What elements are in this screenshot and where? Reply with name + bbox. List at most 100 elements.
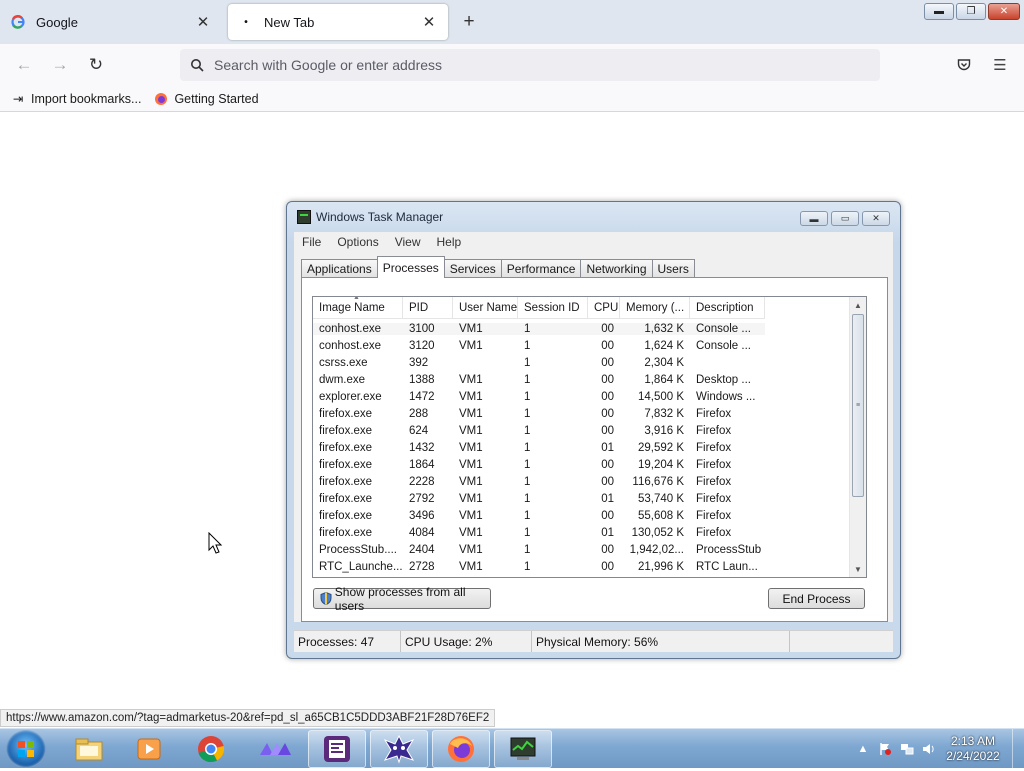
- table-row[interactable]: dwm.exe 1388 VM1 1 00 1,864 K Desktop ...: [313, 371, 765, 388]
- cell-description: Firefox: [696, 475, 732, 488]
- cell-cpu: 00: [601, 407, 614, 420]
- pocket-icon[interactable]: [954, 55, 974, 75]
- table-row[interactable]: explorer.exe 1472 VM1 1 00 14,500 K Windows ..…: [313, 388, 765, 405]
- tab-services[interactable]: Services: [443, 259, 502, 278]
- table-row[interactable]: firefox.exe 3496 VM1 1 00 55,608 K Firefox: [313, 507, 765, 524]
- cell-cpu: 01: [601, 526, 614, 539]
- game-icon[interactable]: [370, 730, 428, 768]
- table-row[interactable]: ProcessStub.... 2404 VM1 1 00 1,942,02... Proc…: [313, 541, 765, 558]
- table-row[interactable]: firefox.exe 1864 VM1 1 00 19,204 K Firefox: [313, 456, 765, 473]
- tab-title: New Tab: [264, 14, 315, 30]
- explorer-icon[interactable]: [60, 730, 118, 768]
- firefox-icon[interactable]: [432, 730, 490, 768]
- cell-image-name: csrss.exe: [319, 356, 368, 369]
- network-icon[interactable]: [896, 742, 918, 756]
- cell-pid: 2792: [409, 492, 435, 505]
- start-button[interactable]: [6, 730, 46, 768]
- vertical-scrollbar[interactable]: ▲ ≡ ▼: [849, 297, 866, 577]
- clock[interactable]: 2:13 AM 2/24/2022: [940, 734, 1006, 764]
- import-icon: ⇥: [12, 92, 24, 106]
- table-row[interactable]: conhost.exe 3120 VM1 1 00 1,624 K Console ...: [313, 337, 765, 354]
- table-row[interactable]: firefox.exe 2228 VM1 1 00 116,676 K Firefox: [313, 473, 765, 490]
- column-pid[interactable]: PID: [403, 297, 453, 318]
- cell-session-id: 1: [524, 407, 531, 420]
- app-purple-icon[interactable]: [246, 730, 304, 768]
- tab-processes[interactable]: Processes: [376, 256, 445, 278]
- menu-options[interactable]: Options: [329, 235, 386, 249]
- column-session-id[interactable]: Session ID: [518, 297, 588, 318]
- cell-cpu: 01: [601, 492, 614, 505]
- table-row[interactable]: RTC_Launche... 2728 VM1 1 00 21,996 K RTC Laun…: [313, 558, 765, 575]
- show-desktop-button[interactable]: [1012, 729, 1024, 769]
- tab-performance[interactable]: Performance: [500, 259, 582, 278]
- menu-view[interactable]: View: [387, 235, 429, 249]
- volume-icon[interactable]: [918, 742, 940, 756]
- cell-user-name: VM1: [453, 322, 518, 335]
- cell-session-id: 1: [524, 509, 531, 522]
- chrome-icon[interactable]: [182, 730, 240, 768]
- table-row[interactable]: firefox.exe 288 VM1 1 00 7,832 K Firefox: [313, 405, 765, 422]
- column-user-name[interactable]: User Name: [453, 297, 518, 318]
- close-button[interactable]: ✕: [862, 211, 890, 226]
- cell-image-name: RTC_Launche...: [319, 560, 403, 573]
- column-description[interactable]: Description: [690, 297, 765, 318]
- show-all-processes-button[interactable]: Show processes from all users: [313, 585, 491, 613]
- forward-icon[interactable]: →: [48, 53, 72, 77]
- process-list-header: Image Name ▲ PID User Name Session ID CPU…: [313, 297, 765, 319]
- minimize-button[interactable]: ▬: [924, 3, 954, 20]
- cell-pid: 1432: [409, 441, 435, 454]
- maximize-button[interactable]: ▭: [831, 211, 859, 226]
- media-player-icon[interactable]: [120, 730, 178, 768]
- cell-user-name: VM1: [459, 441, 483, 454]
- address-bar[interactable]: Search with Google or enter address: [180, 49, 880, 81]
- column-memory[interactable]: Memory (...: [620, 297, 690, 318]
- cell-pid: 2228: [409, 475, 435, 488]
- scroll-thumb[interactable]: ≡: [852, 314, 864, 497]
- table-row[interactable]: firefox.exe 4084 VM1 1 01 130,052 K Firefox: [313, 524, 765, 541]
- minimize-button[interactable]: ▬: [800, 211, 828, 226]
- menu-icon[interactable]: ☰: [990, 55, 1010, 75]
- tab-google[interactable]: Google ✕: [0, 4, 222, 40]
- task-manager-icon[interactable]: [494, 730, 552, 768]
- cell-pid: 2404: [409, 543, 435, 556]
- end-process-button[interactable]: End Process: [768, 588, 865, 609]
- bookmark-getting-started[interactable]: Getting Started: [153, 91, 259, 107]
- cell-description: Firefox: [696, 424, 732, 437]
- window-title-bar: Windows Task Manager: [297, 210, 443, 224]
- tab-users[interactable]: Users: [651, 259, 695, 278]
- new-tab-button[interactable]: +: [458, 12, 480, 34]
- action-center-flag-icon[interactable]: [874, 742, 896, 756]
- cell-memory: 1,624 K: [644, 339, 684, 352]
- close-window-button[interactable]: ✕: [988, 3, 1020, 20]
- bookmark-import[interactable]: ⇥ Import bookmarks...: [10, 91, 142, 107]
- cell-cpu: 01: [601, 441, 614, 454]
- show-hidden-icons-icon[interactable]: ▲: [852, 743, 874, 755]
- cell-cpu: 00: [601, 475, 614, 488]
- restore-button[interactable]: ❐: [956, 3, 986, 20]
- scroll-down-icon[interactable]: ▼: [850, 561, 866, 577]
- column-cpu[interactable]: CPU: [588, 297, 620, 318]
- table-row[interactable]: csrss.exe 392 1 00 2,304 K: [313, 354, 765, 371]
- process-list[interactable]: Image Name ▲ PID User Name Session ID CPU…: [312, 296, 867, 578]
- tab-new-tab[interactable]: • New Tab ✕: [228, 4, 448, 40]
- window-controls: ▬ ❐ ✕: [924, 3, 1020, 20]
- tab-networking[interactable]: Networking: [580, 259, 653, 278]
- back-icon[interactable]: ←: [12, 53, 36, 77]
- scroll-up-icon[interactable]: ▲: [850, 297, 866, 313]
- status-cpu-usage: CPU Usage: 2%: [401, 631, 532, 652]
- cell-session-id: 1: [524, 492, 531, 505]
- menu-help[interactable]: Help: [429, 235, 470, 249]
- process-rows: conhost.exe 3100 VM1 1 00 1,632 K Console ... c…: [313, 320, 765, 575]
- reload-icon[interactable]: ↻: [84, 53, 108, 77]
- editor-icon[interactable]: [308, 730, 366, 768]
- table-row[interactable]: firefox.exe 1432 VM1 1 01 29,592 K Firefox: [313, 439, 765, 456]
- column-image-name[interactable]: Image Name ▲: [313, 297, 403, 318]
- cell-image-name: firefox.exe: [319, 458, 373, 471]
- menu-file[interactable]: File: [294, 235, 329, 249]
- close-tab-icon[interactable]: ✕: [194, 13, 212, 31]
- table-row[interactable]: firefox.exe 624 VM1 1 00 3,916 K Firefox: [313, 422, 765, 439]
- table-row[interactable]: firefox.exe 2792 VM1 1 01 53,740 K Firefox: [313, 490, 765, 507]
- table-row[interactable]: conhost.exe 3100 VM1 1 00 1,632 K Console ...: [313, 320, 765, 337]
- tab-applications[interactable]: Applications: [301, 259, 378, 278]
- close-tab-icon[interactable]: ✕: [420, 13, 438, 31]
